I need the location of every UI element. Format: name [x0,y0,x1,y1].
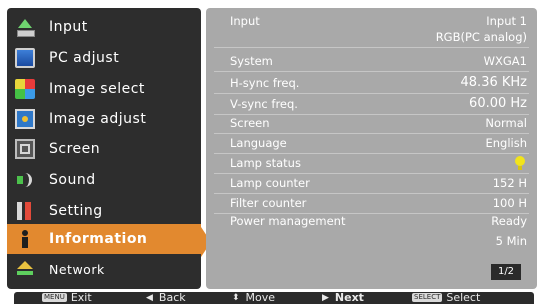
left-arrow-icon: ◀ [146,292,153,303]
info-row-language: Language English [214,134,529,154]
menu-item-label: Information [49,231,148,247]
menu-item-label: Screen [49,141,101,157]
info-row-vsync: V-sync freq. 60.00 Hz [214,95,529,115]
info-value: Normal [485,116,527,130]
info-label: H-sync freq. [230,76,300,90]
menu-item-label: Setting [49,203,103,219]
info-value: WXGA1 [483,54,527,68]
info-label: Lamp counter [230,176,310,190]
info-row-hsync: H-sync freq. 48.36 KHz [214,74,529,94]
setting-icon [15,201,35,221]
menu-item-label: Network [49,261,105,277]
menu-item-image-adjust[interactable]: Image adjust [7,104,201,134]
menu-item-label: Image adjust [49,111,147,127]
page-indicator: 1/2 [491,264,521,280]
hint-next: ▶ Next [322,291,364,304]
info-value: Ready [491,214,527,228]
menu-item-input[interactable]: Input [7,12,201,42]
info-label: System [230,54,273,68]
hint-next-label: Next [334,291,364,304]
info-value: 5 Min [495,234,527,248]
sound-icon [15,170,35,190]
info-label: Power management [230,214,346,228]
menu-item-label: Input [49,19,88,35]
info-label: Filter counter [230,196,307,210]
information-panel: Input Input 1 RGB(PC analog) System WXGA… [206,8,537,289]
info-row-lamp-counter: Lamp counter 152 H [214,174,529,194]
info-label: V-sync freq. [230,97,298,111]
menu-item-setting[interactable]: Setting [7,196,201,226]
projector-osd: Input PC adjust Image select Image adjus… [0,0,547,304]
menu-item-label: PC adjust [49,50,120,66]
info-row-power-timer: 5 Min [214,232,529,251]
info-row-lamp-status: Lamp status [214,154,529,174]
image-adjust-icon [15,109,35,129]
input-icon [15,17,35,37]
menu-item-image-select[interactable]: Image select [7,74,201,104]
info-row-input-source: RGB(PC analog) [214,28,529,48]
navigation-hint-bar: MENU Exit ◀ Back ⬍ Move ▶ Next SELECT Se… [14,291,534,304]
info-row-screen: Screen Normal [214,114,529,134]
select-key-icon: SELECT [412,293,443,302]
info-value: 60.00 Hz [469,96,527,111]
hint-exit-label: Exit [70,291,92,304]
main-menu: Input PC adjust Image select Image adjus… [7,8,211,289]
info-label: Screen [230,116,270,130]
menu-item-screen[interactable]: Screen [7,134,201,164]
menu-item-label: Sound [49,172,96,188]
hint-back: ◀ Back [146,291,186,304]
info-row-power-management: Power management Ready [214,212,529,231]
hint-select: SELECT Select [412,291,480,304]
info-value: English [485,136,527,150]
menu-item-pc-adjust[interactable]: PC adjust [7,43,201,73]
info-label: Input [230,14,260,28]
hint-move: ⬍ Move [232,291,275,304]
network-icon [15,259,35,279]
menu-item-sound[interactable]: Sound [7,165,201,195]
hint-move-label: Move [245,291,276,304]
menu-item-label: Image select [49,81,145,97]
screen-icon [15,139,35,159]
menu-item-network[interactable]: Network [7,254,201,284]
info-value: 48.36 KHz [460,75,527,90]
hint-exit: MENU Exit [42,291,92,304]
right-arrow-icon: ▶ [322,292,329,303]
info-value: Input 1 [486,14,527,28]
monitor-icon [15,48,35,68]
menu-key-icon: MENU [42,293,67,302]
info-row-filter-counter: Filter counter 100 H [214,194,529,214]
info-label: Language [230,136,287,150]
lamp-icon [515,156,525,170]
info-label: Lamp status [230,156,301,170]
image-select-icon [15,79,35,99]
info-row-system: System WXGA1 [214,52,529,72]
info-value: RGB(PC analog) [435,30,527,44]
hint-select-label: Select [446,291,481,304]
hint-back-label: Back [158,291,186,304]
info-value: 152 H [492,176,527,190]
menu-item-information[interactable]: Information [7,224,201,254]
information-icon [15,229,35,249]
up-down-arrow-icon: ⬍ [232,292,240,303]
info-value: 100 H [492,196,527,210]
